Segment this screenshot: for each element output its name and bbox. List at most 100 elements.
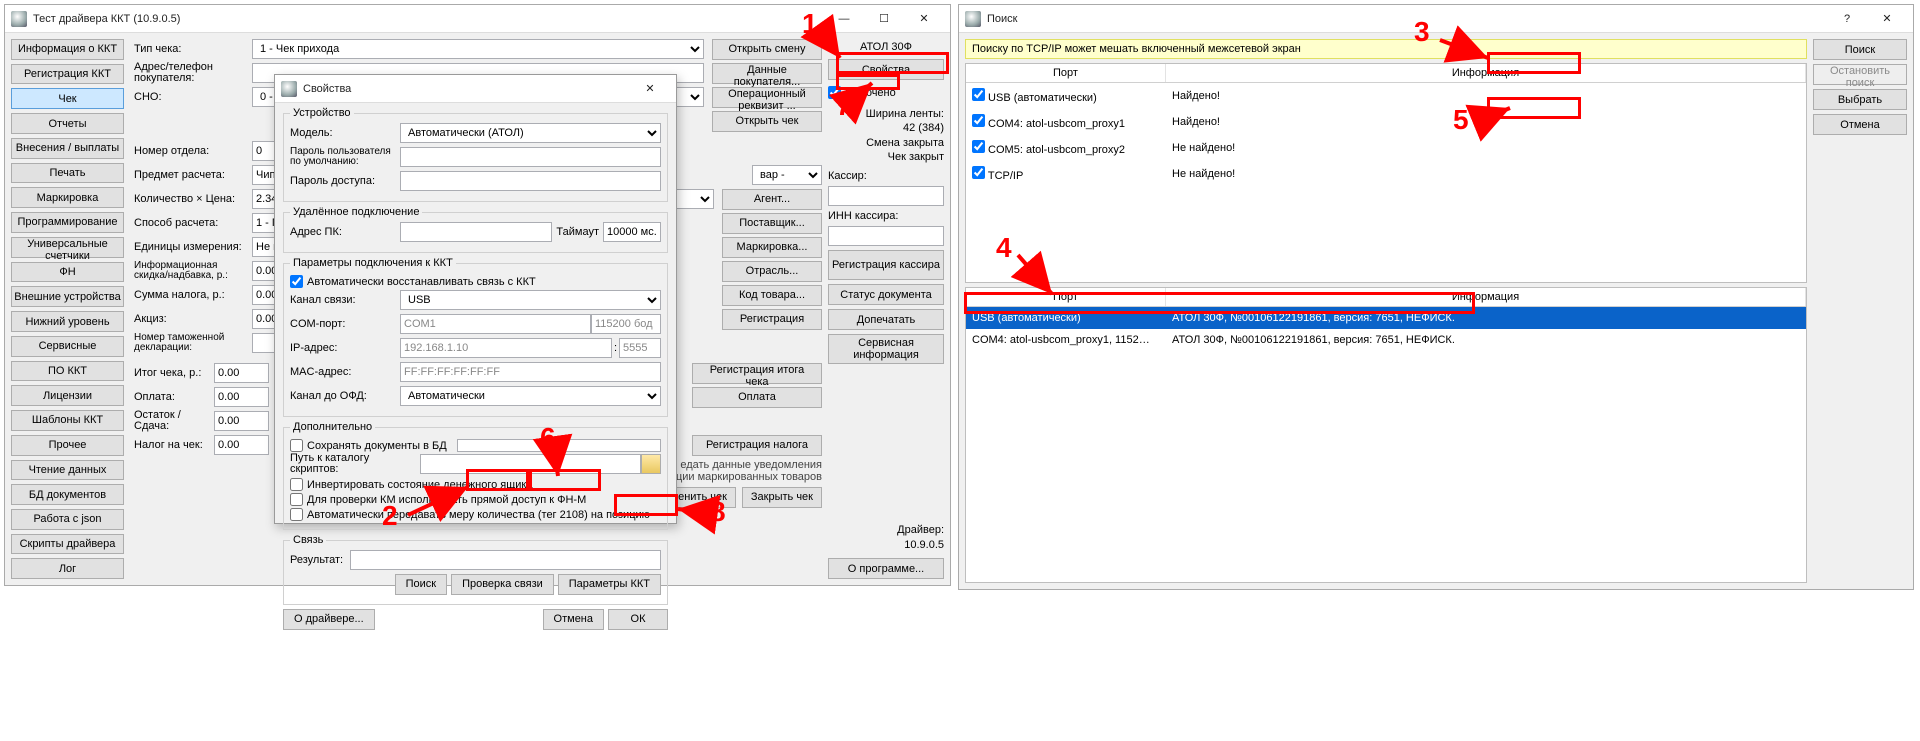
properties-button[interactable]: Свойства [828, 59, 944, 80]
dialog-close-button[interactable]: ✕ [630, 77, 670, 101]
status-doc-button[interactable]: Статус документа [828, 284, 944, 305]
label-kolvo: Количество × Цена: [134, 194, 252, 205]
select-vap[interactable]: вар - [752, 165, 822, 185]
close-button[interactable]: ✕ [904, 7, 944, 31]
select-kanal[interactable]: USB [400, 290, 661, 310]
result-row[interactable]: USB (автоматически)АТОЛ 30Ф, №0010612219… [966, 307, 1806, 329]
sidebar-item[interactable]: Программирование [11, 212, 124, 233]
input-rezult[interactable] [350, 550, 661, 570]
about-button[interactable]: О программе... [828, 558, 944, 579]
search-title: Поиск [987, 13, 1827, 25]
search-close-button[interactable]: ✕ [1867, 7, 1907, 31]
label-nomer-otdela: Номер отдела: [134, 146, 252, 157]
dannye-pokup-button[interactable]: Данные покупателя... [712, 63, 822, 84]
main-titlebar: Тест драйвера ККТ (10.9.0.5) — ☐ ✕ [5, 5, 950, 33]
scan-row[interactable]: TCP/IPНе найдено! [966, 161, 1806, 187]
input-ostatok[interactable] [214, 411, 269, 431]
folder-icon[interactable] [641, 454, 661, 474]
markirovka-button[interactable]: Маркировка... [722, 237, 822, 258]
scan-row[interactable]: USB (автоматически)Найдено! [966, 83, 1806, 109]
input-timeout[interactable] [603, 222, 661, 242]
input-parol-dostup[interactable] [400, 171, 661, 191]
search-cancel-button[interactable]: Отмена [1813, 114, 1907, 135]
scan-row[interactable]: COM4: atol-usbcom_proxy1Найдено! [966, 109, 1806, 135]
select-model[interactable]: Автоматически (АТОЛ) [400, 123, 661, 143]
enabled-checkbox[interactable]: Включено [828, 86, 944, 99]
label-predmet: Предмет расчета: [134, 170, 252, 181]
poisk-button[interactable]: Поиск [395, 574, 447, 595]
sidebar-item[interactable]: Лицензии [11, 385, 124, 406]
search-start-button[interactable]: Поиск [1813, 39, 1907, 60]
input-nalog-chek[interactable] [214, 435, 269, 455]
about-driver-button[interactable]: О драйвере... [283, 609, 375, 630]
label-sposob: Способ расчета: [134, 218, 252, 229]
otrasl-button[interactable]: Отрасль... [722, 261, 822, 282]
sidebar-item[interactable]: Регистрация ККТ [11, 64, 124, 85]
dopechatat-button[interactable]: Допечатать [828, 309, 944, 330]
postavshchik-button[interactable]: Поставщик... [722, 213, 822, 234]
registracia-button[interactable]: Регистрация [722, 309, 822, 330]
scan-row[interactable]: COM5: atol-usbcom_proxy2Не найдено! [966, 135, 1806, 161]
sidebar-item[interactable]: Лог [11, 558, 124, 579]
sidebar-item[interactable]: Печать [11, 163, 124, 184]
sidebar-item[interactable]: Скрипты драйвера [11, 534, 124, 555]
open-smenu-button[interactable]: Открыть смену [712, 39, 822, 60]
sidebar: Информация о ККТ Регистрация ККТ Чек Отч… [5, 33, 130, 585]
sidebar-item[interactable]: Информация о ККТ [11, 39, 124, 60]
sidebar-item[interactable]: БД документов [11, 484, 124, 505]
km-checkbox[interactable]: Для проверки КМ использовать прямой дост… [290, 493, 661, 506]
sidebar-item[interactable]: Внесения / выплаты [11, 138, 124, 159]
result-row[interactable]: COM4: atol-usbcom_proxy1, 1152…АТОЛ 30Ф,… [966, 329, 1806, 351]
open-chek-button[interactable]: Открыть чек [712, 111, 822, 132]
regitoga-button[interactable]: Регистрация итога чека [692, 363, 822, 384]
sidebar-item[interactable]: ПО ККТ [11, 361, 124, 382]
maximize-button[interactable]: ☐ [864, 7, 904, 31]
label-sno: СНО: [134, 92, 252, 103]
dialog-cancel-button[interactable]: Отмена [543, 609, 604, 630]
kassir-input[interactable] [828, 186, 944, 206]
input-itog[interactable] [214, 363, 269, 383]
header-port2: Порт [966, 288, 1166, 306]
input-save-docs-path[interactable] [457, 439, 661, 452]
select-kanal-ofd[interactable]: Автоматически [400, 386, 661, 406]
sidebar-item[interactable]: Шаблоны ККТ [11, 410, 124, 431]
oplata-button[interactable]: Оплата [692, 387, 822, 408]
dialog-ok-button[interactable]: ОК [608, 609, 668, 630]
input-adres-pk[interactable] [400, 222, 552, 242]
sidebar-item[interactable]: Маркировка [11, 187, 124, 208]
sidebar-item[interactable]: Сервисные [11, 336, 124, 357]
inn-input[interactable] [828, 226, 944, 246]
shirina-label: Ширина ленты: [828, 107, 944, 121]
search-help-button[interactable]: ? [1827, 7, 1867, 31]
kod-tovara-button[interactable]: Код товара... [722, 285, 822, 306]
param-kkt-button[interactable]: Параметры ККТ [558, 574, 661, 595]
agent-button[interactable]: Агент... [722, 189, 822, 210]
input-skript-path[interactable] [420, 454, 641, 474]
search-select-button[interactable]: Выбрать [1813, 89, 1907, 110]
label-parol-user: Пароль пользователя по умолчанию: [290, 147, 400, 168]
sidebar-item[interactable]: Нижний уровень [11, 311, 124, 332]
input-oplata[interactable] [214, 387, 269, 407]
dialog-title: Свойства [303, 83, 630, 95]
auto-restore-checkbox[interactable]: Автоматически восстанавливать связь с КК… [290, 275, 661, 288]
invert-checkbox[interactable]: Инвертировать состояние денежного ящика [290, 478, 661, 491]
sidebar-item[interactable]: Внешние устройства [11, 286, 124, 307]
select-tip-cheka[interactable]: 1 - Чек прихода [252, 39, 704, 59]
sidebar-item[interactable]: Работа с json [11, 509, 124, 530]
proverka-svyazi-button[interactable]: Проверка связи [451, 574, 554, 595]
sidebar-item[interactable]: Отчеты [11, 113, 124, 134]
reg-naloga-button[interactable]: Регистрация налога [692, 435, 822, 456]
reg-kassira-button[interactable]: Регистрация кассира [828, 250, 944, 280]
sidebar-item[interactable]: Чек [11, 88, 124, 109]
oper-rekv-button[interactable]: Операционный реквизит ... [712, 87, 822, 108]
input-parol-user[interactable] [400, 147, 661, 167]
mera-checkbox[interactable]: Автоматически передавать меру количества… [290, 508, 661, 521]
save-docs-checkbox[interactable]: Сохранять документы в БД [290, 439, 661, 452]
sidebar-item[interactable]: ФН [11, 262, 124, 283]
minimize-button[interactable]: — [824, 7, 864, 31]
sidebar-item[interactable]: Универсальные счетчики [11, 237, 124, 258]
sidebar-item[interactable]: Прочее [11, 435, 124, 456]
zakryt-chek-button[interactable]: Закрыть чек [742, 487, 822, 508]
servis-info-button[interactable]: Сервисная информация [828, 334, 944, 364]
sidebar-item[interactable]: Чтение данных [11, 460, 124, 481]
